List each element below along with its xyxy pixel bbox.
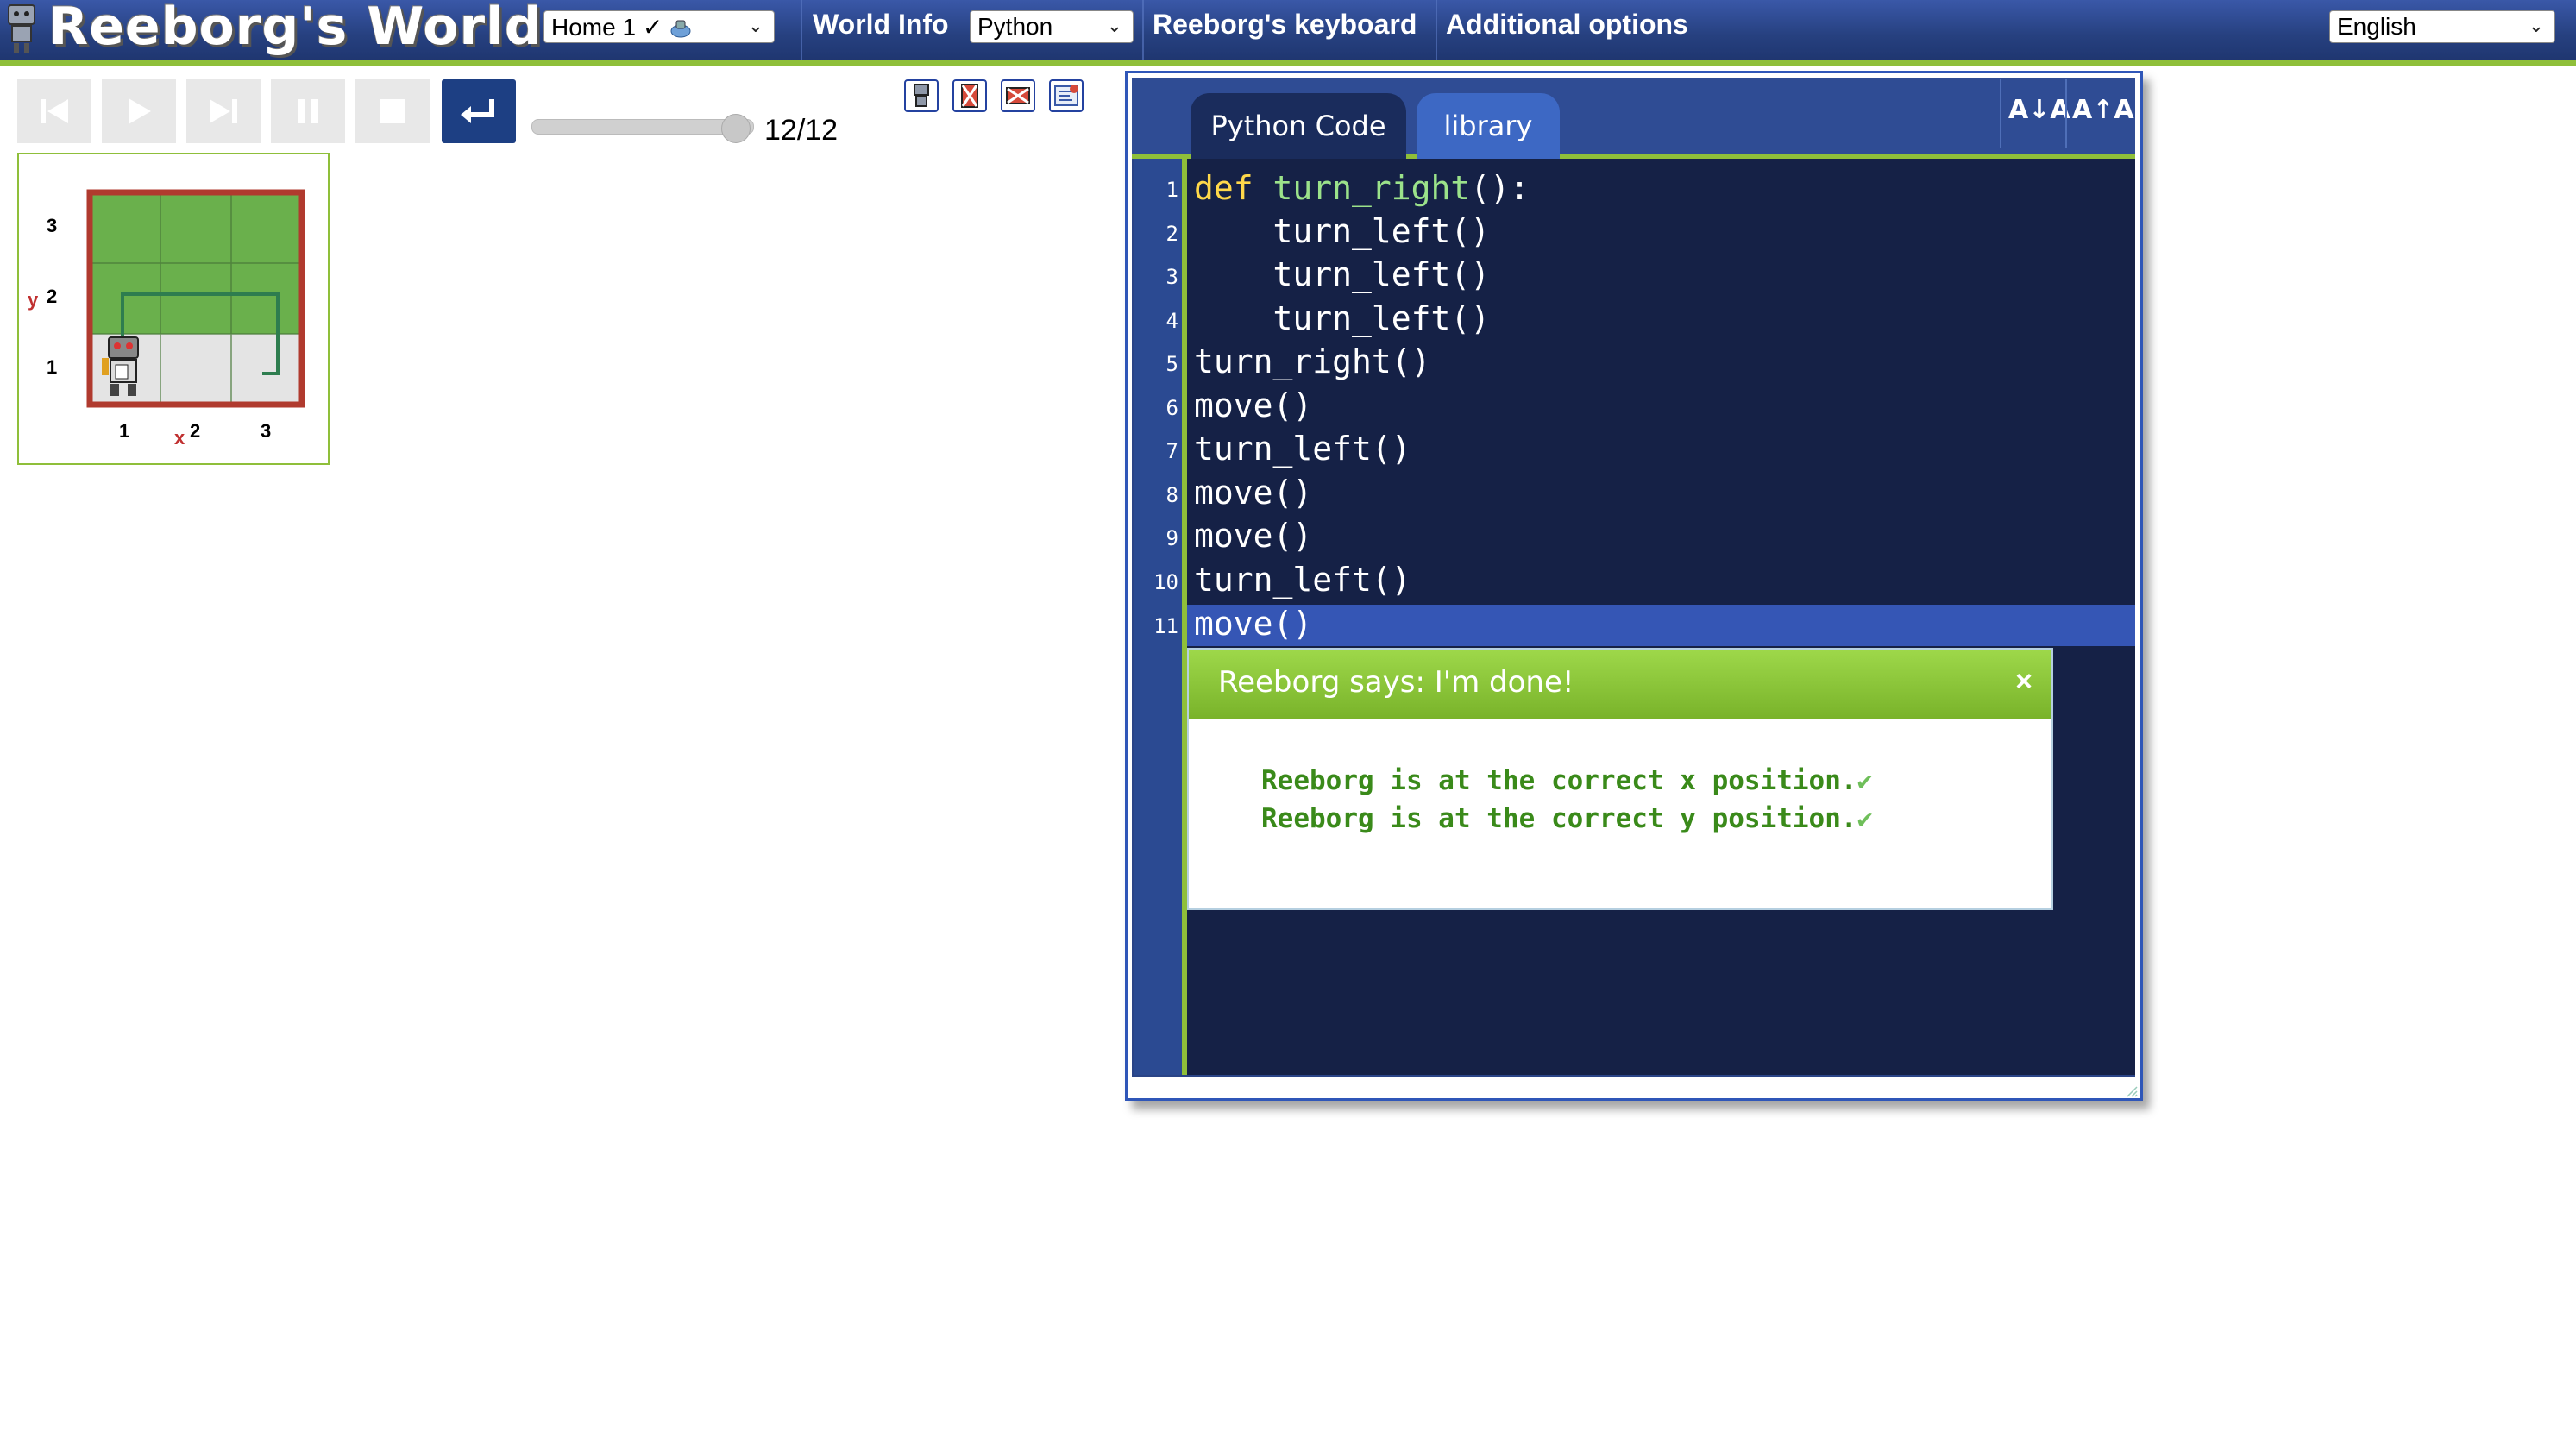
code-line[interactable]: turn_left()	[1194, 299, 1491, 337]
step-icon	[210, 99, 237, 123]
dialog-message-text: Reeborg is at the correct y position.	[1261, 803, 1857, 834]
robot-icon	[914, 84, 929, 107]
resize-grip-icon[interactable]	[2126, 1085, 2138, 1097]
reeborg-logo-icon	[8, 4, 35, 53]
top-menu-bar: Reeborg's World Home 1 ✓ ⌄ World Info Py…	[0, 0, 2576, 66]
tab-python-code[interactable]: Python Code	[1191, 93, 1406, 159]
app-logo: Reeborg's World	[0, 0, 542, 60]
close-icon[interactable]: ×	[2015, 665, 2033, 699]
tab-library[interactable]: library	[1417, 93, 1560, 159]
world-info-button[interactable]: World Info	[813, 9, 949, 41]
home-robot-icon	[670, 20, 691, 38]
dialog-message-text: Reeborg is at the correct x position.	[1261, 765, 1857, 796]
dialog-message: Reeborg is at the correct x position.✔	[1261, 765, 1873, 796]
chevron-down-icon: ⌄	[1106, 15, 1122, 36]
ui-language-value: English	[2337, 13, 2416, 40]
world-select-value: Home 1 ✓	[551, 14, 663, 41]
code-line[interactable]: move()	[1194, 386, 1312, 424]
run-button[interactable]	[102, 79, 176, 143]
toolbar-divider	[2000, 79, 2001, 148]
code-line[interactable]: turn_left()	[1194, 212, 1491, 250]
ui-language-select[interactable]: English ⌄	[2329, 10, 2555, 43]
app-title: Reeborg's World	[48, 0, 543, 57]
reload-icon	[41, 99, 68, 123]
menu-divider	[801, 0, 802, 60]
pause-button[interactable]	[271, 79, 345, 143]
stop-button[interactable]	[355, 79, 430, 143]
step-button[interactable]	[186, 79, 261, 143]
y-tick-2: 2	[47, 286, 58, 307]
code-text: ():	[1470, 169, 1530, 207]
code-line[interactable]: turn_left()	[1194, 255, 1491, 293]
return-button[interactable]	[442, 79, 516, 143]
code-line[interactable]: move()	[1194, 605, 1312, 643]
pause-icon	[298, 99, 318, 123]
code-function-name: turn_right	[1253, 169, 1471, 207]
x-tick-1: 1	[119, 420, 130, 442]
watch-icon	[1006, 87, 1030, 104]
line-number: 2	[1165, 222, 1178, 246]
menu-divider	[1436, 0, 1437, 60]
line-number: 5	[1165, 352, 1178, 376]
world-select[interactable]: Home 1 ✓ ⌄	[543, 10, 775, 43]
step-counter: 12/12	[764, 114, 839, 147]
line-number: 10	[1153, 570, 1178, 594]
speed-slider-thumb[interactable]	[721, 114, 751, 143]
run-icon	[129, 98, 151, 124]
editor-icon	[1054, 85, 1078, 106]
code-line[interactable]: move()	[1194, 517, 1312, 555]
additional-options-button[interactable]: Additional options	[1446, 9, 1688, 41]
language-mode-value: Python	[977, 13, 1053, 40]
line-number: 11	[1153, 614, 1178, 638]
line-number: 8	[1165, 483, 1178, 507]
code-line[interactable]: turn_left()	[1194, 561, 1411, 599]
line-number: 3	[1165, 265, 1178, 289]
font-increase-button[interactable]: A↑A	[2072, 95, 2134, 125]
checkmark-icon: ✔	[1857, 804, 1873, 834]
checkmark-icon: ✔	[1857, 766, 1873, 796]
x-axis-label: x	[174, 427, 185, 449]
world-grid	[86, 189, 305, 408]
code-line[interactable]: turn_right()	[1194, 342, 1431, 380]
dialog-message: Reeborg is at the correct y position.✔	[1261, 803, 1873, 834]
highlight-tool-button[interactable]	[952, 79, 987, 112]
line-number: 4	[1165, 309, 1178, 333]
line-number: 7	[1165, 439, 1178, 463]
line-number: 6	[1165, 396, 1178, 420]
chevron-down-icon: ⌄	[747, 15, 763, 36]
y-tick-1: 1	[47, 356, 58, 378]
y-tick-3: 3	[47, 215, 58, 236]
code-line[interactable]: def turn_right():	[1194, 169, 1530, 207]
editor-tab-bar: Python Code library	[1132, 78, 2135, 159]
dialog-header: Reeborg says: I'm done! ×	[1189, 650, 2051, 719]
y-axis-label: y	[28, 289, 39, 311]
return-icon	[461, 99, 494, 123]
world-canvas: 3 2 1 y 1 2 3 x	[17, 153, 330, 465]
code-line[interactable]: move()	[1194, 474, 1312, 512]
line-number: 1	[1165, 178, 1178, 202]
menu-divider	[1142, 0, 1144, 60]
language-mode-select[interactable]: Python ⌄	[970, 10, 1134, 43]
reeborg-keyboard-button[interactable]: Reeborg's keyboard	[1153, 9, 1417, 41]
reload-button[interactable]	[17, 79, 91, 143]
stop-icon	[380, 99, 405, 123]
x-tick-3: 3	[261, 420, 272, 442]
watch-tool-button[interactable]	[1001, 79, 1035, 112]
current-line-highlight	[1187, 605, 2135, 646]
toolbar-divider	[2065, 79, 2067, 148]
editor-tool-button[interactable]	[1049, 79, 1084, 112]
x-tick-2: 2	[190, 420, 201, 442]
chevron-down-icon: ⌄	[2528, 15, 2544, 36]
dialog-title: Reeborg says: I'm done!	[1218, 665, 1574, 700]
highlight-icon	[961, 84, 978, 108]
font-decrease-button[interactable]: A↓A	[2008, 95, 2070, 125]
code-keyword: def	[1194, 169, 1253, 207]
reeborg-done-dialog: Reeborg says: I'm done! × Reeborg is at …	[1187, 648, 2053, 910]
code-line[interactable]: turn_left()	[1194, 430, 1411, 468]
line-number: 9	[1165, 526, 1178, 550]
robot-tool-button[interactable]	[904, 79, 939, 112]
